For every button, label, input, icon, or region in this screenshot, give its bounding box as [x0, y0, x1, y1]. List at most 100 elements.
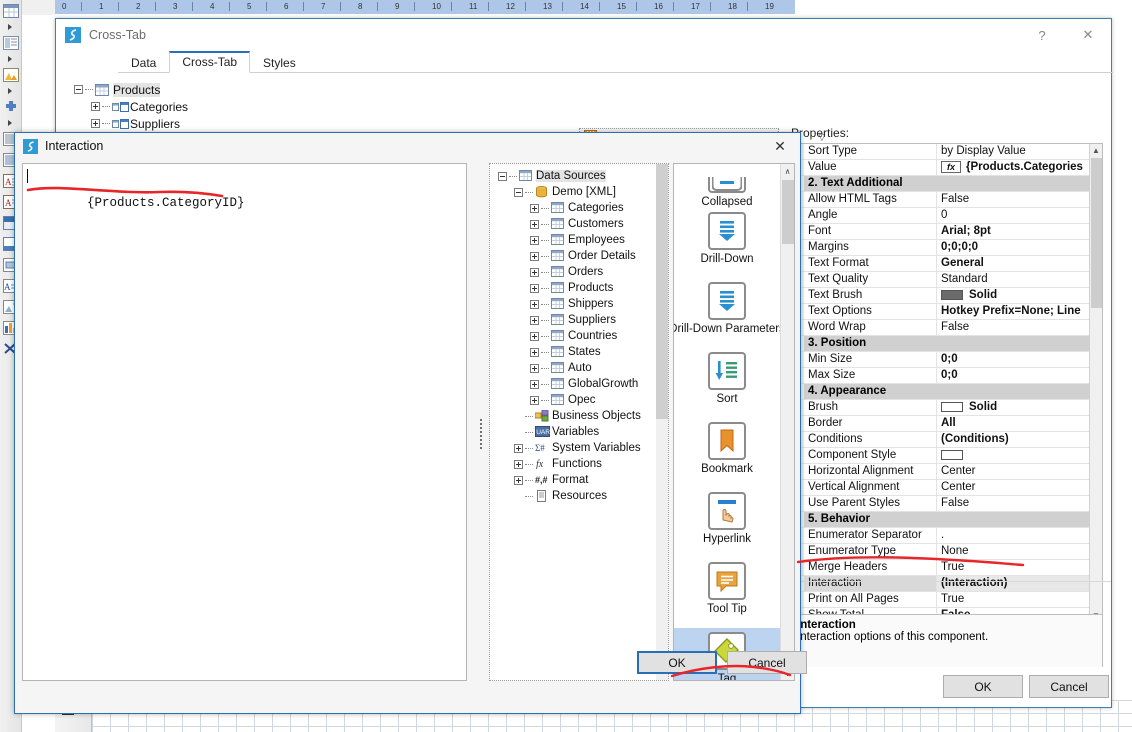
action-item-drill-down[interactable]: Drill-Down — [674, 208, 780, 278]
property-row[interactable]: Min Size 0;0 — [792, 352, 1091, 368]
properties-scrollbar[interactable]: ▲ ▼ — [1089, 144, 1102, 622]
property-value[interactable]: All — [937, 416, 1091, 431]
property-value[interactable]: Arial; 8pt — [937, 224, 1091, 239]
expand-icon[interactable] — [530, 283, 539, 293]
data-tree-item[interactable]: Demo [XML] — [494, 184, 668, 200]
property-value[interactable]: 0 — [937, 208, 1091, 223]
data-tree-item[interactable]: Customers — [494, 216, 668, 232]
table-tool-dropdown-arrow[interactable] — [0, 22, 20, 32]
expand-icon[interactable] — [530, 219, 539, 229]
expand-icon[interactable] — [514, 475, 523, 485]
crosstab-tree-item[interactable]: Categories — [64, 98, 419, 115]
action-list-scrollbar[interactable]: ∧ ∨ — [780, 164, 794, 680]
property-category-row[interactable]: 4. Appearance — [792, 384, 1091, 400]
property-value[interactable]: (Interaction) — [937, 576, 1091, 591]
interaction-ok-button[interactable]: OK — [637, 651, 717, 674]
crosstab-tree-item[interactable]: Suppliers — [64, 115, 419, 132]
expand-icon[interactable] — [514, 443, 523, 453]
property-value[interactable]: 0;0;0;0 — [937, 240, 1091, 255]
action-item-sort[interactable]: Sort — [674, 348, 780, 418]
crosstab-tree-item[interactable]: Products — [64, 81, 419, 98]
property-row[interactable]: Border All — [792, 416, 1091, 432]
data-tree-item[interactable]: Suppliers — [494, 312, 668, 328]
property-value[interactable]: Hotkey Prefix=None; Line — [937, 304, 1091, 319]
data-tree-item[interactable]: Σ# System Variables — [494, 440, 668, 456]
property-value[interactable]: . — [937, 528, 1091, 543]
property-row[interactable]: Conditions (Conditions) — [792, 432, 1091, 448]
property-value[interactable]: 0;0 — [937, 352, 1091, 367]
color-swatch[interactable] — [941, 401, 963, 412]
property-value[interactable]: True — [937, 592, 1091, 607]
data-tree-item[interactable]: #,# Format — [494, 472, 668, 488]
table-tool-icon[interactable] — [1, 1, 21, 21]
interaction-action-list[interactable]: Collapsed Drill-Down Drill-Down Parameters… — [673, 163, 795, 681]
properties-grid[interactable]: Sort Type by Display Value Value fx {Product… — [791, 143, 1103, 623]
expand-icon[interactable] — [91, 102, 100, 111]
data-tree-item[interactable]: Resources — [494, 488, 668, 504]
close-icon[interactable]: ✕ — [760, 133, 800, 159]
property-value[interactable]: General — [937, 256, 1091, 271]
data-tree-item[interactable]: Orders — [494, 264, 668, 280]
action-scroll-thumb[interactable] — [782, 180, 794, 244]
data-tree-item[interactable]: Auto — [494, 360, 668, 376]
property-row[interactable]: Sort Type by Display Value — [792, 144, 1091, 160]
data-tree-item[interactable]: GlobalGrowth — [494, 376, 668, 392]
expand-icon[interactable] — [530, 395, 539, 405]
property-value[interactable]: Standard — [937, 272, 1091, 287]
property-value[interactable]: False — [937, 496, 1091, 511]
property-row[interactable]: Text Format General — [792, 256, 1091, 272]
panel-splitter[interactable] — [477, 419, 484, 449]
data-tree-item[interactable]: Data Sources — [494, 168, 668, 184]
action-item-bookmark[interactable]: Bookmark — [674, 418, 780, 488]
property-category-row[interactable]: 3. Position — [792, 336, 1091, 352]
data-tree-item[interactable]: Categories — [494, 200, 668, 216]
expand-icon[interactable] — [530, 267, 539, 277]
property-category-row[interactable]: 2. Text Additional — [792, 176, 1091, 192]
tab-cross-tab[interactable]: Cross-Tab — [169, 51, 251, 73]
property-value[interactable]: Solid — [937, 288, 1091, 303]
property-row[interactable]: Brush Solid — [792, 400, 1091, 416]
action-item-tool-tip[interactable]: Tool Tip — [674, 558, 780, 628]
property-row[interactable]: Max Size 0;0 — [792, 368, 1091, 384]
plugin-tool-icon[interactable] — [1, 97, 21, 117]
property-row[interactable]: Value fx {Products.Categories — [792, 160, 1091, 176]
expand-icon[interactable] — [91, 119, 100, 128]
properties-scroll-thumb[interactable] — [1091, 158, 1102, 308]
property-row[interactable]: Merge Headers True — [792, 560, 1091, 576]
data-tree-item[interactable]: States — [494, 344, 668, 360]
cross-tab-ok-button[interactable]: OK — [943, 675, 1023, 698]
expand-icon[interactable] — [530, 251, 539, 261]
expand-icon[interactable] — [530, 331, 539, 341]
property-row[interactable]: Margins 0;0;0;0 — [792, 240, 1091, 256]
tab-data[interactable]: Data — [118, 53, 169, 73]
property-row[interactable]: Text Options Hotkey Prefix=None; Line — [792, 304, 1091, 320]
property-value[interactable]: Center — [937, 464, 1091, 479]
expand-icon[interactable] — [530, 315, 539, 325]
property-value[interactable]: by Display Value — [937, 144, 1091, 159]
property-value[interactable]: False — [937, 320, 1091, 335]
data-tree-scrollbar[interactable] — [656, 164, 668, 680]
property-value[interactable]: Center — [937, 480, 1091, 495]
collapse-icon[interactable] — [514, 187, 523, 197]
property-value[interactable]: Solid — [937, 400, 1091, 415]
property-row[interactable]: Print on All Pages True — [792, 592, 1091, 608]
property-value[interactable]: True — [937, 560, 1091, 575]
expand-icon[interactable] — [530, 347, 539, 357]
color-swatch[interactable] — [941, 449, 963, 460]
expand-icon[interactable] — [530, 203, 539, 213]
property-row[interactable]: Allow HTML Tags False — [792, 192, 1091, 208]
property-row[interactable]: Vertical Alignment Center — [792, 480, 1091, 496]
data-tree-item[interactable]: Employees — [494, 232, 668, 248]
expand-icon[interactable] — [530, 235, 539, 245]
property-value[interactable]: 0;0 — [937, 368, 1091, 383]
image-tool-icon[interactable] — [1, 65, 21, 85]
plugin-tool-dropdown-arrow[interactable] — [0, 118, 20, 128]
collapse-icon[interactable] — [74, 85, 83, 94]
data-tree-item[interactable]: UAR Variables — [494, 424, 668, 440]
property-row[interactable]: Use Parent Styles False — [792, 496, 1091, 512]
property-row[interactable]: Text Brush Solid — [792, 288, 1091, 304]
fx-icon[interactable]: fx — [941, 160, 961, 173]
property-row[interactable]: Component Style — [792, 448, 1091, 464]
data-sources-tree[interactable]: Data Sources Demo [XML] Categories Customer… — [489, 163, 669, 681]
property-row[interactable]: Horizontal Alignment Center — [792, 464, 1091, 480]
